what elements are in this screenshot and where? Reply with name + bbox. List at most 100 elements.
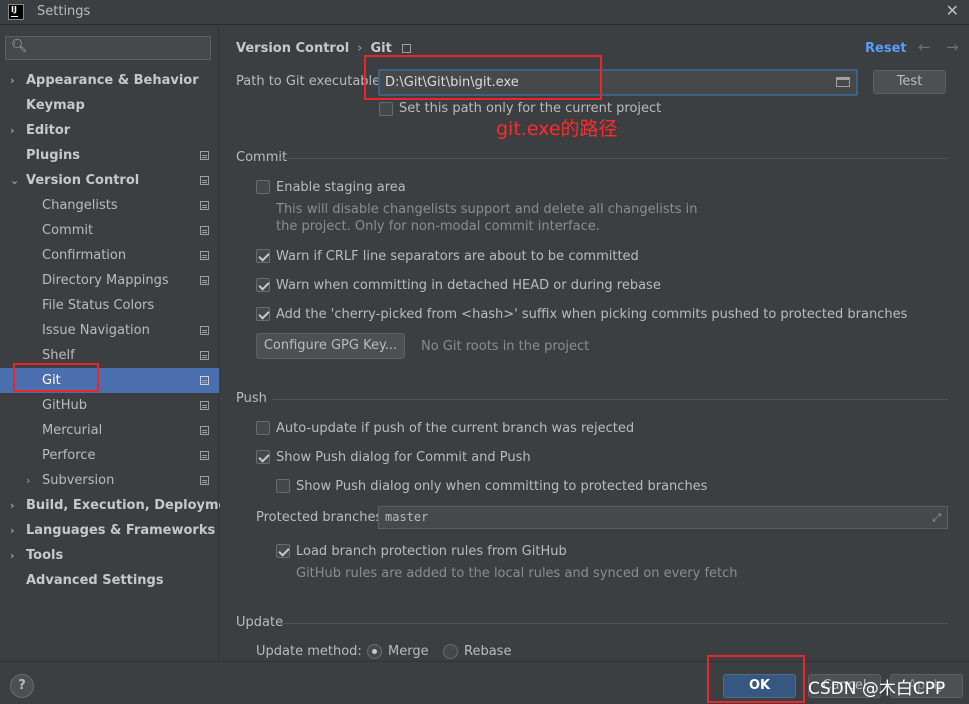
csdn-watermark: CSDN @木白CPP (808, 679, 946, 699)
sidebar-item-label: Issue Navigation (42, 323, 150, 338)
sidebar-item-label: Build, Execution, Deployment (26, 498, 243, 513)
intellij-logo-icon: IJ (8, 4, 24, 20)
cherry-pick-suffix-label: Add the 'cherry-picked from <hash>' suff… (276, 307, 908, 322)
sidebar-item-languages-frameworks[interactable]: › Languages & Frameworks (0, 518, 219, 543)
load-protection-rules-checkbox[interactable] (276, 544, 290, 558)
breadcrumb: Version Control › Git (236, 41, 411, 56)
title-bar: IJ Settings ✕ (0, 0, 969, 25)
window-title: Settings (37, 4, 91, 19)
protected-only-checkbox[interactable] (276, 479, 290, 493)
expand-icon[interactable]: ⤢ (932, 511, 941, 525)
settings-sidebar: 🔍︎ › Appearance & Behavior Keymap › Editor Pl… (0, 26, 243, 661)
chevron-down-icon[interactable]: ⌄ (10, 168, 19, 193)
protected-branches-input[interactable]: master ⤢ (378, 506, 948, 529)
sidebar-item-mercurial[interactable]: Mercurial (0, 418, 219, 443)
annotation-box-ok (707, 655, 805, 703)
git-path-label: Path to Git executable: (236, 74, 385, 89)
sidebar-item-changelists[interactable]: Changelists (0, 193, 219, 218)
detached-head-checkbox[interactable] (256, 278, 270, 292)
sidebar-item-commit[interactable]: Commit (0, 218, 219, 243)
sidebar-item-version-control[interactable]: ⌄ Version Control (0, 168, 219, 193)
close-icon[interactable]: ✕ (946, 1, 959, 20)
load-protection-rules-label: Load branch protection rules from GitHub (296, 544, 567, 559)
chevron-right-icon[interactable]: › (10, 493, 15, 518)
breadcrumb-parent[interactable]: Version Control (236, 41, 349, 56)
settings-search-input[interactable]: 🔍︎ (5, 36, 211, 60)
sidebar-item-editor[interactable]: › Editor (0, 118, 219, 143)
sidebar-item-label: Plugins (26, 148, 80, 163)
sidebar-item-appearance-behavior[interactable]: › Appearance & Behavior (0, 68, 219, 93)
annotation-git-exe-note: git.exe的路径 (496, 118, 618, 140)
project-level-icon (200, 151, 209, 160)
project-level-icon (200, 326, 209, 335)
sidebar-item-advanced-settings[interactable]: Advanced Settings (0, 568, 219, 593)
gpg-hint: No Git roots in the project (421, 339, 590, 354)
sidebar-item-build-execution-deployment[interactable]: › Build, Execution, Deployment (0, 493, 243, 518)
project-level-icon (200, 401, 209, 410)
staging-hint-line-1: This will disable changelists support an… (276, 202, 698, 217)
reset-link[interactable]: Reset (865, 41, 907, 56)
staging-area-checkbox[interactable] (256, 180, 270, 194)
sidebar-item-perforce[interactable]: Perforce (0, 443, 219, 468)
chevron-right-icon[interactable]: › (26, 468, 30, 493)
sidebar-item-label: Keymap (26, 98, 85, 113)
rebase-radio[interactable] (443, 644, 458, 659)
breadcrumb-current: Git (370, 41, 392, 56)
sidebar-item-label: Directory Mappings (42, 273, 169, 288)
sidebar-item-label: Languages & Frameworks (26, 523, 216, 538)
merge-radio[interactable] (367, 644, 382, 659)
breadcrumb-separator: › (357, 41, 363, 56)
sidebar-item-label: GitHub (42, 398, 88, 413)
configure-gpg-key-button[interactable]: Configure GPG Key... (256, 333, 405, 359)
chevron-right-icon[interactable]: › (10, 518, 15, 543)
sidebar-item-label: File Status Colors (42, 298, 155, 313)
sidebar-item-issue-navigation[interactable]: Issue Navigation (0, 318, 219, 343)
current-project-checkbox[interactable] (379, 102, 393, 116)
annotation-box-git-item (13, 363, 99, 392)
protected-only-label: Show Push dialog only when committing to… (296, 479, 708, 494)
test-button[interactable]: Test (873, 70, 946, 94)
chevron-right-icon[interactable]: › (10, 543, 15, 568)
sidebar-item-github[interactable]: GitHub (0, 393, 219, 418)
sidebar-item-label: Editor (26, 123, 71, 138)
auto-update-label: Auto-update if push of the current branc… (276, 421, 635, 436)
sidebar-item-subversion[interactable]: › Subversion (0, 468, 219, 493)
auto-update-checkbox[interactable] (256, 421, 270, 435)
project-level-icon (200, 426, 209, 435)
protected-branches-value: master (385, 510, 429, 524)
project-level-icon (200, 376, 209, 385)
staging-hint-line-2: the project. Only for non-modal commit i… (276, 219, 600, 234)
merge-radio-label: Merge (388, 644, 429, 659)
folder-icon[interactable] (836, 77, 850, 87)
push-section-divider (272, 399, 948, 400)
chevron-right-icon[interactable]: › (10, 118, 15, 143)
project-level-icon (401, 44, 411, 53)
update-section-title: Update (236, 615, 284, 630)
sidebar-item-label: Commit (42, 223, 94, 238)
help-button[interactable]: ? (10, 674, 34, 698)
sidebar-item-file-status-colors[interactable]: File Status Colors (0, 293, 219, 318)
project-level-icon (200, 476, 209, 485)
project-level-icon (200, 251, 209, 260)
detached-head-label: Warn when committing in detached HEAD or… (276, 278, 661, 293)
protected-branches-label: Protected branches: (256, 510, 387, 525)
cherry-pick-suffix-checkbox[interactable] (256, 307, 270, 321)
show-push-dialog-checkbox[interactable] (256, 450, 270, 464)
crlf-warning-label: Warn if CRLF line separators are about t… (276, 249, 639, 264)
sidebar-item-keymap[interactable]: Keymap (0, 93, 219, 118)
sidebar-item-plugins[interactable]: Plugins (0, 143, 219, 168)
project-level-icon (200, 226, 209, 235)
project-level-icon (200, 176, 209, 185)
sidebar-item-directory-mappings[interactable]: Directory Mappings (0, 268, 219, 293)
sidebar-item-label: Shelf (42, 348, 75, 363)
forward-arrow-icon[interactable]: → (946, 38, 959, 56)
chevron-right-icon[interactable]: › (10, 68, 15, 93)
sidebar-item-label: Perforce (42, 448, 96, 463)
sidebar-item-confirmation[interactable]: Confirmation (0, 243, 219, 268)
sidebar-item-label: Mercurial (42, 423, 103, 438)
sidebar-item-tools[interactable]: › Tools (0, 543, 219, 568)
commit-section-divider (280, 158, 948, 159)
search-icon: 🔍︎ (11, 39, 28, 54)
back-arrow-icon[interactable]: ← (918, 38, 931, 56)
crlf-warning-checkbox[interactable] (256, 249, 270, 263)
